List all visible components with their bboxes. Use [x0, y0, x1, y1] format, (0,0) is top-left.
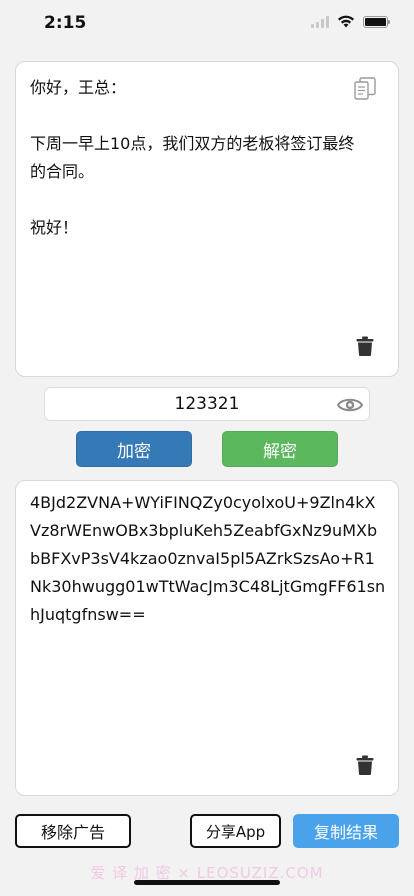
password-input[interactable] [45, 388, 369, 420]
remove-ads-button[interactable]: 移除广告 [15, 814, 131, 848]
copy-icon[interactable] [354, 77, 376, 101]
battery-icon [363, 15, 390, 28]
decrypt-button[interactable]: 解密 [222, 431, 338, 467]
trash-icon[interactable] [356, 336, 374, 356]
status-icons [311, 15, 390, 28]
password-field[interactable] [44, 387, 370, 421]
app-screen: 2:15 你好，王总： 下周一早上10点，我们双方的老板将签订最终的合同。 祝好… [0, 0, 414, 896]
plaintext-panel[interactable]: 你好，王总： 下周一早上10点，我们双方的老板将签订最终的合同。 祝好！ [15, 61, 399, 377]
plaintext-input[interactable]: 你好，王总： 下周一早上10点，我们双方的老板将签订最终的合同。 祝好！ [30, 74, 360, 242]
eye-icon[interactable] [337, 395, 363, 415]
copy-result-button[interactable]: 复制结果 [293, 814, 399, 848]
ciphertext-output[interactable]: 4BJd2ZVNA+WYiFINQZy0cyolxoU+9Zln4kXVz8rW… [30, 489, 386, 629]
encrypt-button[interactable]: 加密 [76, 431, 192, 467]
home-indicator [134, 880, 280, 885]
status-time: 2:15 [44, 13, 87, 33]
share-app-button[interactable]: 分享App [190, 814, 281, 848]
cellular-signal-icon [311, 15, 329, 28]
ciphertext-panel[interactable]: 4BJd2ZVNA+WYiFINQZy0cyolxoU+9Zln4kXVz8rW… [15, 480, 399, 796]
wifi-icon [338, 15, 354, 28]
status-bar: 2:15 [0, 0, 414, 48]
trash-icon[interactable] [356, 755, 374, 775]
